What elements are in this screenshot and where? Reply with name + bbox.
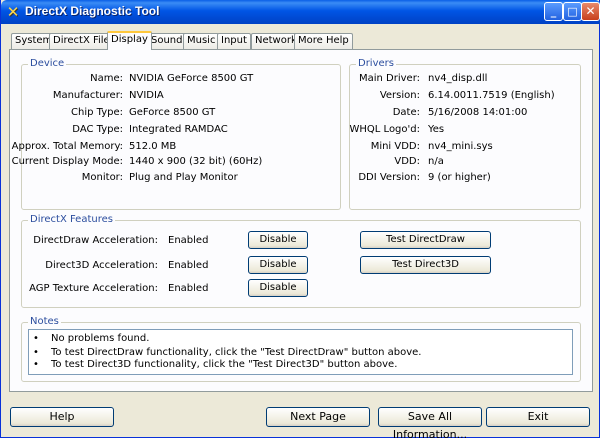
direct3d-accel-value: Enabled — [168, 260, 209, 271]
notes-textbox[interactable]: • No problems found. • To test DirectDraw … — [28, 329, 573, 375]
monitor-value: Plug and Play Monitor — [129, 172, 238, 183]
date-value: 5/16/2008 14:01:00 — [428, 107, 528, 118]
display-mode-value: 1440 x 900 (32 bit) (60Hz) — [129, 156, 263, 167]
ddi-version-label: DDI Version: — [358, 172, 420, 183]
total-memory-label: Approx. Total Memory: — [11, 141, 123, 152]
agp-accel-value: Enabled — [168, 283, 209, 294]
note-item: • To test Direct3D functionality, click t… — [33, 359, 397, 371]
minimize-button[interactable]: _ — [544, 2, 563, 21]
manufacturer-value: NVIDIA — [129, 90, 164, 101]
next-page-button[interactable]: Next Page — [266, 407, 370, 427]
directx-features-title: DirectX Features — [28, 214, 115, 226]
ddi-version-value: 9 (or higher) — [428, 172, 491, 183]
directdraw-accel-label: DirectDraw Acceleration: — [33, 235, 158, 246]
vdd-label: VDD: — [394, 156, 420, 167]
device-group: Device — [21, 58, 341, 210]
title-bar[interactable]: ✕ DirectX Diagnostic Tool _ □ ✕ — [1, 0, 600, 24]
notes-group-title: Notes — [28, 316, 61, 328]
dac-type-value: Integrated RAMDAC — [129, 124, 228, 135]
mini-vdd-value: nv4_mini.sys — [428, 141, 493, 152]
note-text: To test DirectDraw functionality, click … — [51, 347, 422, 358]
version-label: Version: — [379, 90, 420, 101]
save-all-information-button[interactable]: Save All Information... — [378, 407, 482, 441]
directdraw-accel-value: Enabled — [168, 235, 209, 246]
dac-type-label: DAC Type: — [72, 124, 123, 135]
tab-display[interactable]: Display — [107, 31, 152, 50]
help-button[interactable]: Help — [10, 407, 114, 427]
note-text: No problems found. — [51, 333, 150, 344]
directx-x-icon: ✕ — [6, 3, 20, 21]
maximize-button[interactable]: □ — [563, 2, 582, 21]
tab-more-help[interactable]: More Help — [294, 33, 353, 49]
window-title: DirectX Diagnostic Tool — [25, 4, 160, 18]
disable-agp-button[interactable]: Disable — [248, 279, 308, 297]
disable-directdraw-button[interactable]: Disable — [248, 231, 308, 249]
note-bullet: • — [33, 333, 39, 344]
manufacturer-label: Manufacturer: — [52, 90, 123, 101]
disable-direct3d-button[interactable]: Disable — [248, 256, 308, 274]
mini-vdd-label: Mini VDD: — [370, 141, 420, 152]
drivers-group-title: Drivers — [356, 58, 396, 70]
date-label: Date: — [392, 107, 420, 118]
exit-button[interactable]: Exit — [486, 407, 590, 427]
dxdiag-window: ✕ DirectX Diagnostic Tool _ □ ✕ System D… — [0, 0, 600, 441]
note-text: To test Direct3D functionality, click th… — [51, 359, 398, 370]
test-directdraw-button[interactable]: Test DirectDraw — [360, 231, 491, 249]
tab-music[interactable]: Music — [183, 33, 220, 49]
close-button[interactable]: ✕ — [581, 2, 600, 21]
drivers-group: Drivers — [349, 58, 581, 210]
note-item: • No problems found. — [33, 333, 149, 345]
version-value: 6.14.0011.7519 (English) — [428, 90, 555, 101]
main-driver-label: Main Driver: — [358, 73, 420, 84]
monitor-label: Monitor: — [81, 172, 123, 183]
whql-value: Yes — [428, 124, 445, 135]
chip-type-value: GeForce 8500 GT — [129, 107, 216, 118]
agp-accel-label: AGP Texture Acceleration: — [29, 283, 158, 294]
device-name-label: Name: — [90, 73, 123, 84]
total-memory-value: 512.0 MB — [129, 141, 177, 152]
display-mode-label: Current Display Mode: — [11, 156, 123, 167]
direct3d-accel-label: Direct3D Acceleration: — [45, 260, 158, 271]
vdd-value: n/a — [428, 156, 444, 167]
main-driver-value: nv4_disp.dll — [428, 73, 488, 84]
whql-label: WHQL Logo'd: — [349, 124, 420, 135]
device-name-value: NVIDIA GeForce 8500 GT — [129, 73, 254, 84]
test-direct3d-button[interactable]: Test Direct3D — [360, 256, 491, 274]
note-item: • To test DirectDraw functionality, click… — [33, 347, 421, 359]
tab-input[interactable]: Input — [217, 33, 251, 49]
device-group-title: Device — [28, 58, 67, 70]
chip-type-label: Chip Type: — [71, 107, 123, 118]
note-bullet: • — [33, 347, 39, 358]
note-bullet: • — [33, 359, 39, 370]
tab-sound[interactable]: Sound — [147, 33, 187, 49]
